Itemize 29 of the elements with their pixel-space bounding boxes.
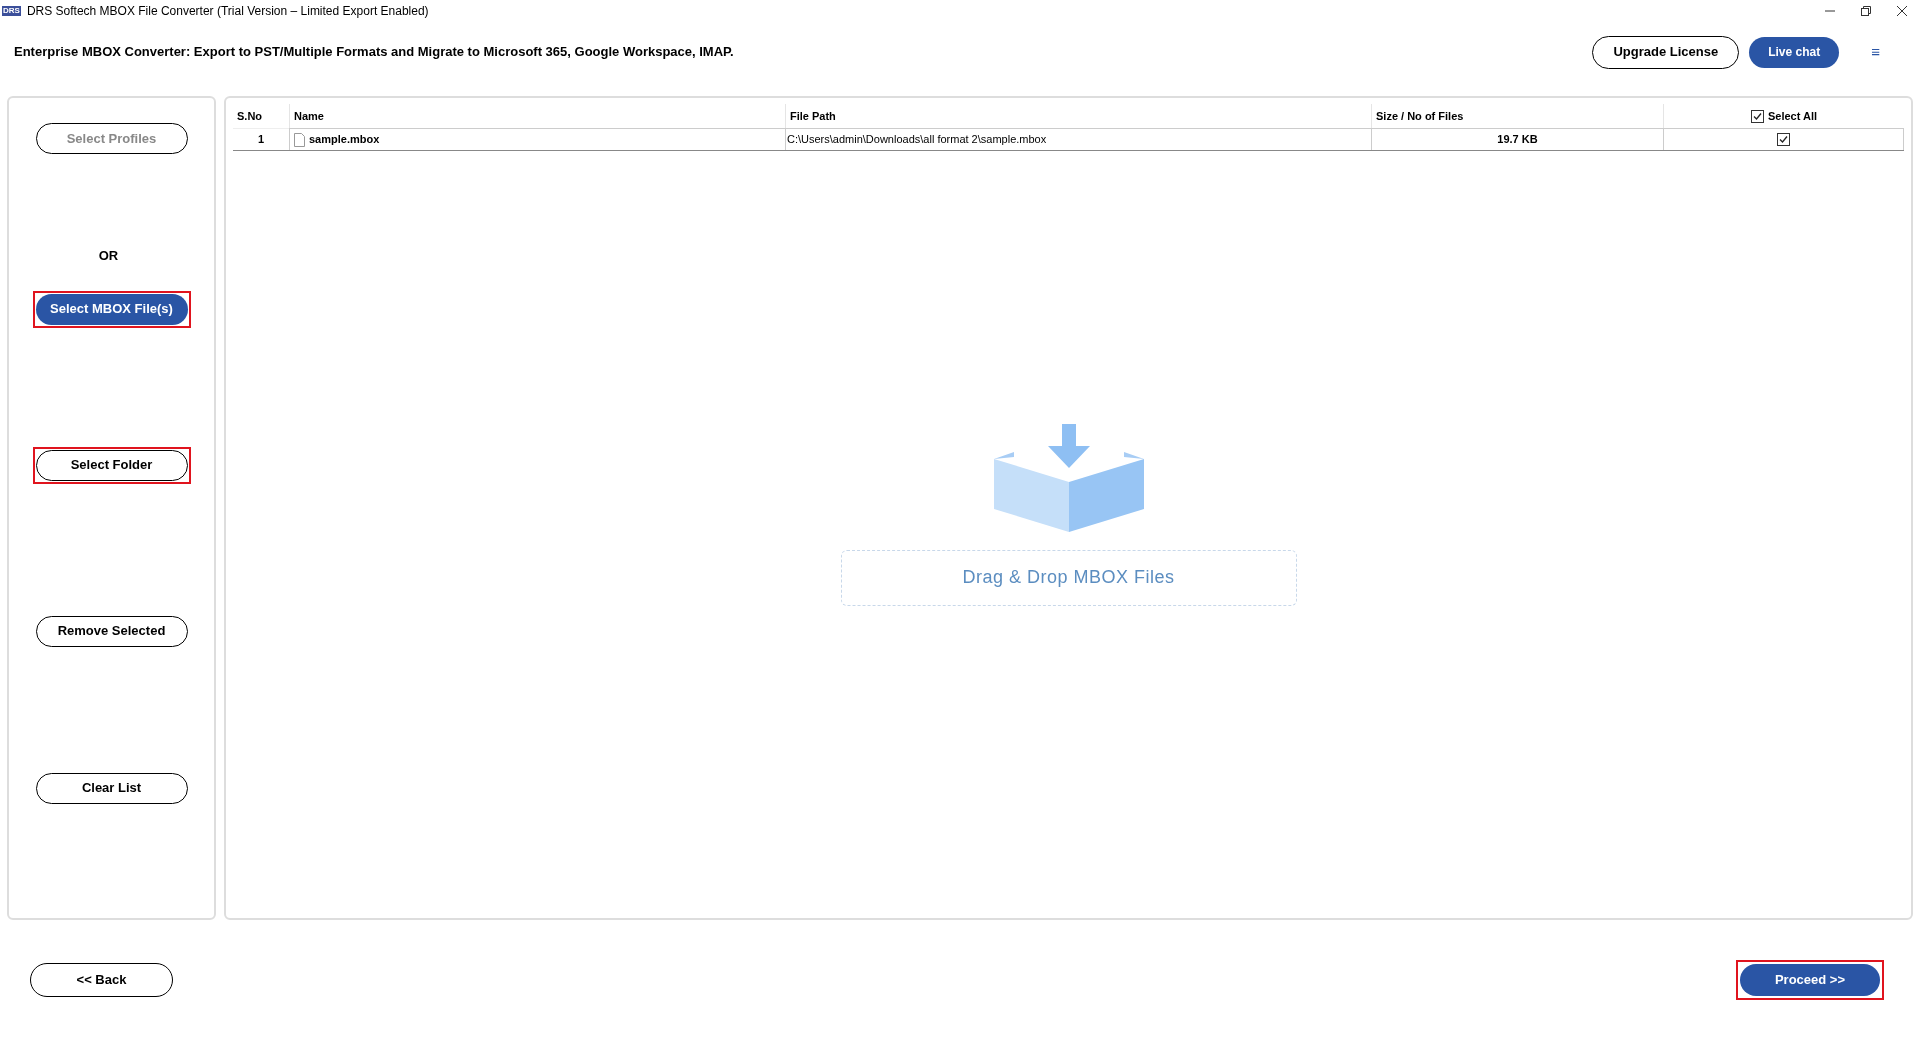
table-cell-text: sample.mbox <box>309 132 380 148</box>
drop-zone-label: Drag & Drop MBOX Files <box>962 566 1175 589</box>
column-header: Size / No of Files <box>1371 104 1663 128</box>
upgrade-license-button[interactable]: Upgrade License <box>1592 35 1740 69</box>
sidebar-button[interactable]: Remove Selected <box>35 615 188 647</box>
column-header: File Path <box>785 104 1371 128</box>
row-checkbox[interactable] <box>1777 133 1790 146</box>
sidebar-button[interactable]: Select MBOX File(s) <box>35 293 188 325</box>
table-cell: 19.7 KB <box>1371 128 1663 150</box>
select-all-checkbox[interactable] <box>1750 109 1764 123</box>
close-icon[interactable] <box>1896 5 1908 17</box>
table-cell: 1 <box>233 128 289 150</box>
column-header: S.No <box>236 108 264 124</box>
box-download-icon <box>993 423 1144 534</box>
column-header: Name <box>289 104 785 128</box>
select-all-label: Select All <box>1767 108 1818 124</box>
back-button[interactable]: << Back <box>30 963 173 997</box>
proceed-button[interactable]: Proceed >> <box>1740 964 1880 996</box>
sidebar-button[interactable]: Select Folder <box>35 449 188 481</box>
file-icon <box>294 132 305 147</box>
or-label: OR <box>98 247 119 265</box>
menu-button[interactable]: ≡ <box>1871 40 1880 64</box>
restore-icon[interactable] <box>1860 5 1872 17</box>
sidebar-button[interactable]: Clear List <box>35 772 188 804</box>
app-icon: DRS <box>2 6 21 16</box>
header-title: Enterprise MBOX Converter: Export to PST/Multiple Formats and Migrate to Microsoft 365, Google Workspace, IMAP. <box>14 43 734 62</box>
live-chat-button[interactable]: Live chat <box>1749 36 1840 68</box>
window-title: DRS Softech MBOX File Converter (Trial Version – Limited Export Enabled) <box>26 3 429 20</box>
table-cell: C:\Users\admin\Downloads\all format 2\sample.mbox <box>785 128 1371 150</box>
